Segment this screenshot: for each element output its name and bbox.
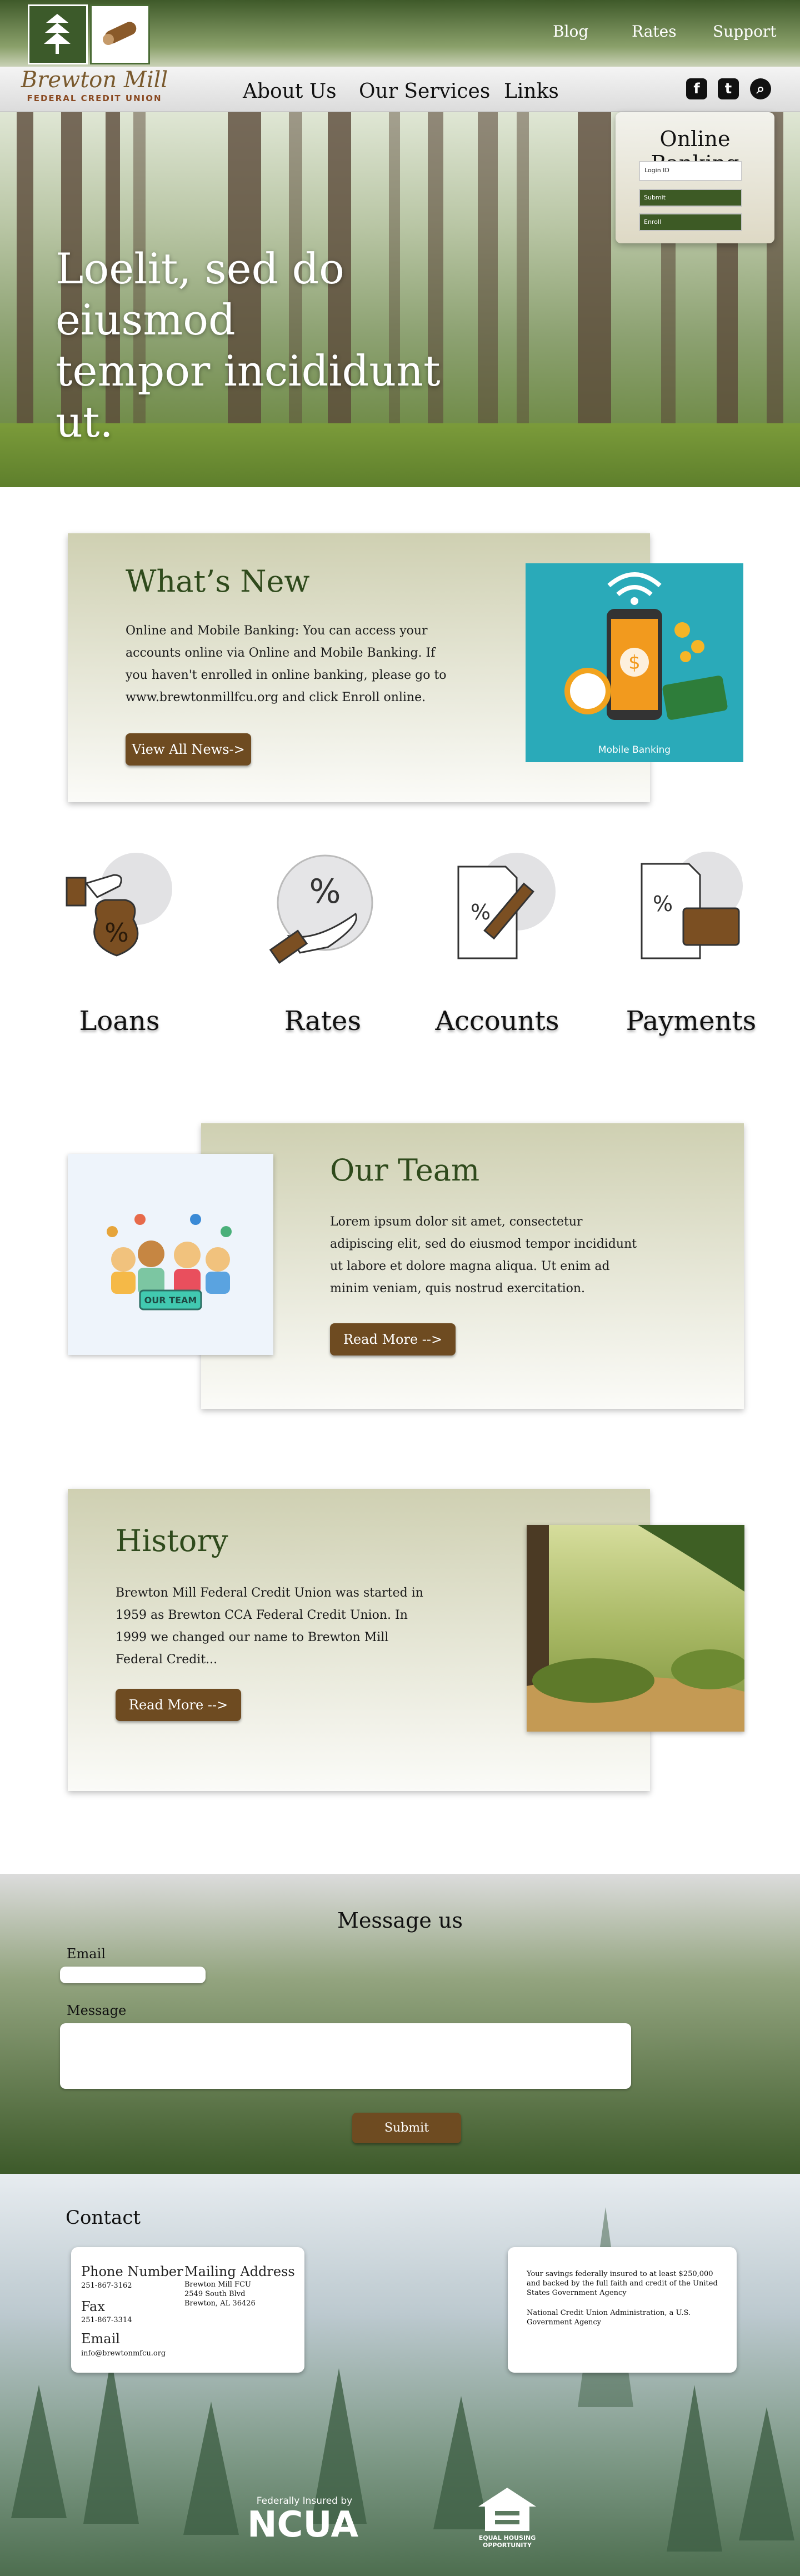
nav-rates-link[interactable]: Rates: [632, 22, 677, 41]
history-text: Brewton Mill Federal Credit Union was st…: [116, 1586, 423, 1667]
pine-trees-logo-icon: [28, 4, 88, 64]
our-team-text: Lorem ipsum dolor sit amet, consectetur …: [330, 1215, 637, 1295]
history-read-more-button[interactable]: Read More -->: [116, 1689, 241, 1721]
fax-label: Fax: [81, 2299, 105, 2314]
smartphone-icon: $: [564, 572, 728, 720]
whats-new-title: What’s New: [126, 564, 310, 599]
log-saw-logo-icon: [90, 4, 150, 64]
brand-subtitle: FEDERAL CREDIT UNION: [27, 93, 162, 103]
logo[interactable]: [28, 4, 150, 67]
nav-support-link[interactable]: Support: [713, 22, 777, 41]
fax-number: 251-867-3314: [81, 2316, 132, 2324]
search-icon[interactable]: ⌕: [750, 78, 771, 99]
accounts-document-pen-icon[interactable]: %: [450, 847, 567, 969]
ncua-admin-text: National Credit Union Administration, a …: [527, 2309, 691, 2327]
nav-blog-link[interactable]: Blog: [553, 22, 588, 41]
service-rates-label[interactable]: Rates: [239, 1006, 406, 1037]
equal-housing-icon: EQUAL HOUSING OPPORTUNITY: [475, 2484, 539, 2551]
svg-text:%: %: [471, 900, 491, 924]
svg-text:$: $: [628, 652, 641, 674]
forest-illustration-icon: [527, 1525, 744, 1732]
history-title: History: [116, 1523, 228, 1558]
nav-about-us[interactable]: About Us: [243, 80, 337, 103]
message-submit-button[interactable]: Submit: [352, 2113, 461, 2143]
forest-image: [527, 1525, 744, 1732]
phone-label: Phone Number: [81, 2264, 183, 2279]
message-field[interactable]: [60, 2023, 631, 2089]
brand-name: Brewton Mill: [21, 67, 168, 93]
rates-percent-hand-icon[interactable]: %: [267, 847, 383, 969]
equal-housing-text: EQUAL HOUSING OPPORTUNITY: [478, 2534, 536, 2549]
ncua-logo: NCUA: [247, 2504, 359, 2545]
email-address[interactable]: info@brewtonmfcu.org: [81, 2349, 166, 2358]
mailing-address-label: Mailing Address: [184, 2264, 295, 2279]
team-read-more-button[interactable]: Read More -->: [330, 1323, 456, 1355]
whats-new-text: Online and Mobile Banking: You can acces…: [126, 624, 447, 704]
svg-text:%: %: [653, 892, 673, 916]
contact-section: [0, 2174, 800, 2576]
address-line-1: Brewton Mill FCU: [184, 2280, 251, 2289]
address-line-3: Brewton, AL 36426: [184, 2299, 256, 2308]
submit-button[interactable]: Submit: [639, 189, 742, 207]
facebook-icon[interactable]: f: [686, 78, 707, 99]
loans-money-bag-icon[interactable]: %: [64, 847, 181, 969]
service-payments-label[interactable]: Payments: [608, 1006, 774, 1037]
twitter-icon[interactable]: t: [718, 78, 739, 99]
message-label: Message: [67, 2003, 127, 2018]
login-id-input[interactable]: Login ID: [639, 161, 742, 181]
hero-title: Loelit, sed do eiusmod tempor incididunt…: [56, 244, 441, 447]
team-people-icon: [107, 1214, 232, 1310]
our-team-title: Our Team: [330, 1153, 480, 1188]
nav-links[interactable]: Links: [504, 80, 559, 103]
message-us-title: Message us: [337, 1908, 463, 1933]
our-team-badge: OUR TEAM: [144, 1295, 197, 1305]
enroll-button[interactable]: Enroll: [639, 213, 742, 231]
svg-text:%: %: [309, 872, 341, 911]
mobile-banking-caption: Mobile Banking: [598, 744, 671, 756]
email-label: Email: [67, 1946, 106, 1962]
email-contact-label: Email: [81, 2331, 120, 2347]
email-field[interactable]: [60, 1967, 206, 1983]
address-line-2: 2549 South Blvd: [184, 2290, 246, 2298]
our-team-image: OUR TEAM: [68, 1154, 273, 1355]
phone-number[interactable]: 251-867-3162: [81, 2281, 132, 2290]
view-all-news-button[interactable]: View All News->: [126, 733, 251, 766]
insured-text: Your savings federally insured to at lea…: [527, 2270, 718, 2297]
mobile-banking-image: $ Mobile Banking: [526, 563, 743, 762]
service-accounts-label[interactable]: Accounts: [414, 1006, 581, 1037]
payments-document-wallet-icon[interactable]: %: [636, 847, 753, 969]
svg-text:%: %: [104, 918, 129, 948]
nav-our-services[interactable]: Our Services: [359, 80, 490, 103]
service-loans-label[interactable]: Loans: [36, 1006, 203, 1037]
contact-title: Contact: [66, 2207, 141, 2229]
